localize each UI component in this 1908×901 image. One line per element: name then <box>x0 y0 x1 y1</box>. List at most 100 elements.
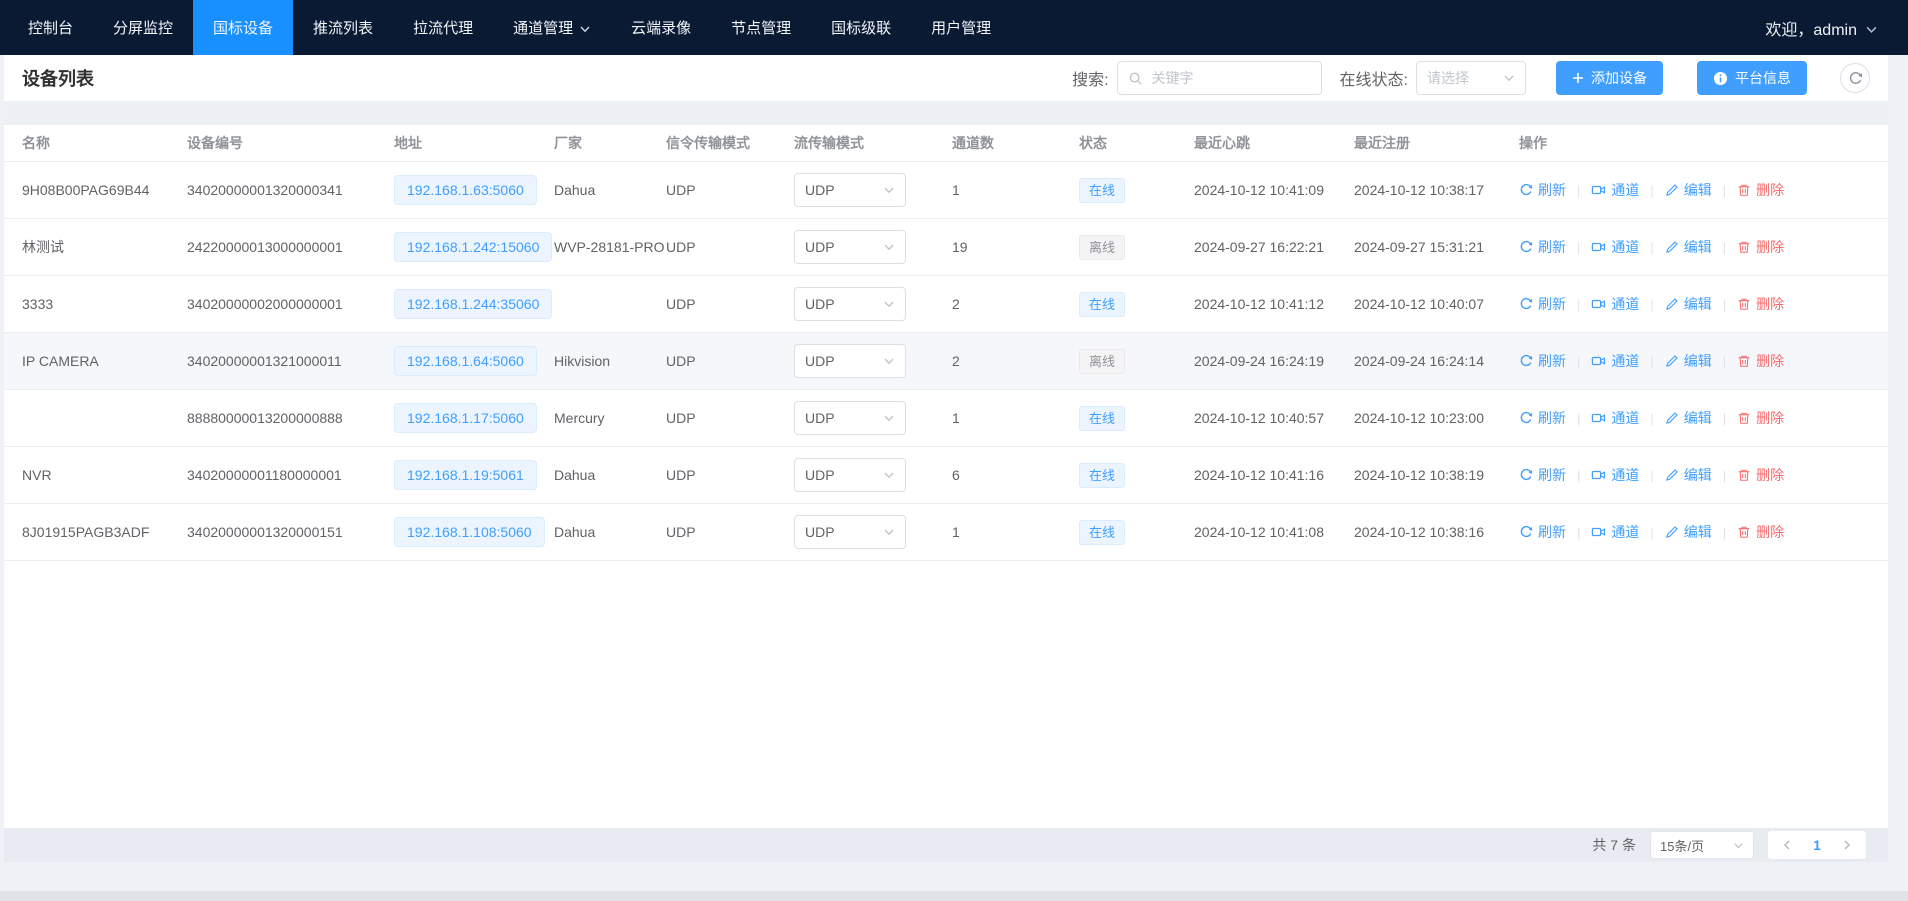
channel-action[interactable]: 通道 <box>1591 180 1639 200</box>
stream-mode-select[interactable]: UDP <box>794 173 906 207</box>
table-empty-area <box>4 561 1888 828</box>
pagination-bar: 共 7 条 15条/页 1 <box>4 828 1888 862</box>
nav-item-2[interactable]: 国标设备 <box>193 0 293 55</box>
nav-item-9[interactable]: 用户管理 <box>911 0 1011 55</box>
action-separator: | <box>1650 240 1653 255</box>
channel-count: 19 <box>952 239 1079 255</box>
add-device-button[interactable]: 添加设备 <box>1556 61 1663 95</box>
refresh-list-button[interactable] <box>1840 63 1870 93</box>
nav-item-6[interactable]: 云端录像 <box>611 0 711 55</box>
nav-item-7[interactable]: 节点管理 <box>711 0 811 55</box>
search-box[interactable] <box>1117 61 1322 95</box>
signal-mode: UDP <box>666 524 794 540</box>
last-register: 2024-10-12 10:40:07 <box>1354 296 1519 312</box>
table-row[interactable]: 9H08B00PAG69B4434020000001320000341192.1… <box>4 162 1888 219</box>
nav-item-8[interactable]: 国标级联 <box>811 0 911 55</box>
device-name: 林测试 <box>22 237 187 257</box>
delete-action[interactable]: 删除 <box>1737 294 1784 314</box>
last-heartbeat: 2024-10-12 10:40:57 <box>1194 410 1354 426</box>
last-register: 2024-09-27 15:31:21 <box>1354 239 1519 255</box>
refresh-action[interactable]: 刷新 <box>1519 294 1566 314</box>
stream-mode-select[interactable]: UDP <box>794 458 906 492</box>
status-cell: 在线 <box>1079 520 1194 545</box>
device-id: 34020000002000000001 <box>187 296 394 312</box>
delete-action[interactable]: 删除 <box>1737 180 1784 200</box>
online-status-select[interactable]: 请选择 <box>1416 61 1526 95</box>
table-row[interactable]: 88880000013200000888192.168.1.17:5060Mer… <box>4 390 1888 447</box>
channel-action[interactable]: 通道 <box>1591 351 1639 371</box>
row-actions: 刷新|通道|编辑|删除 <box>1519 465 1888 485</box>
current-page[interactable]: 1 <box>1802 831 1832 859</box>
stream-mode-select[interactable]: UDP <box>794 515 906 549</box>
refresh-action[interactable]: 刷新 <box>1519 180 1566 200</box>
trash-icon <box>1737 468 1751 482</box>
chevron-down-icon <box>883 469 895 481</box>
table-row[interactable]: IP CAMERA34020000001321000011192.168.1.6… <box>4 333 1888 390</box>
status-badge: 在线 <box>1079 178 1125 203</box>
nav-item-0[interactable]: 控制台 <box>8 0 93 55</box>
delete-action[interactable]: 删除 <box>1737 465 1784 485</box>
page-background <box>0 862 1908 891</box>
last-register: 2024-10-12 10:23:00 <box>1354 410 1519 426</box>
next-page-button[interactable] <box>1832 831 1862 859</box>
nav-item-label: 分屏监控 <box>113 17 173 38</box>
platform-info-label: 平台信息 <box>1735 68 1791 88</box>
status-badge: 在线 <box>1079 520 1125 545</box>
channel-action[interactable]: 通道 <box>1591 294 1639 314</box>
refresh-action[interactable]: 刷新 <box>1519 237 1566 257</box>
channel-action[interactable]: 通道 <box>1591 465 1639 485</box>
search-input[interactable] <box>1150 69 1311 87</box>
refresh-action[interactable]: 刷新 <box>1519 351 1566 371</box>
nav-item-5[interactable]: 通道管理 <box>493 0 611 55</box>
trash-icon <box>1737 411 1751 425</box>
row-actions: 刷新|通道|编辑|删除 <box>1519 180 1888 200</box>
table-row[interactable]: 333334020000002000000001192.168.1.244:35… <box>4 276 1888 333</box>
platform-info-button[interactable]: 平台信息 <box>1697 61 1807 95</box>
table-row[interactable]: 林测试24220000013000000001192.168.1.242:150… <box>4 219 1888 276</box>
edit-action[interactable]: 编辑 <box>1665 294 1712 314</box>
pencil-icon <box>1665 297 1679 311</box>
window-edge <box>0 891 1908 901</box>
edit-action[interactable]: 编辑 <box>1665 522 1712 542</box>
plus-icon <box>1572 72 1584 84</box>
stream-mode-select[interactable]: UDP <box>794 344 906 378</box>
nav-item-1[interactable]: 分屏监控 <box>93 0 193 55</box>
nav-item-label: 拉流代理 <box>413 17 473 38</box>
status-cell: 离线 <box>1079 235 1194 260</box>
table-row[interactable]: 8J01915PAGB3ADF34020000001320000151192.1… <box>4 504 1888 561</box>
refresh-action[interactable]: 刷新 <box>1519 522 1566 542</box>
stream-mode-select[interactable]: UDP <box>794 401 906 435</box>
edit-action[interactable]: 编辑 <box>1665 351 1712 371</box>
refresh-icon <box>1519 411 1533 425</box>
device-address-cell: 192.168.1.108:5060 <box>394 517 554 547</box>
stream-mode-value: UDP <box>805 467 835 483</box>
channel-action[interactable]: 通道 <box>1591 237 1639 257</box>
prev-page-button[interactable] <box>1772 831 1802 859</box>
last-register: 2024-10-12 10:38:17 <box>1354 182 1519 198</box>
edit-action[interactable]: 编辑 <box>1665 465 1712 485</box>
nav-item-3[interactable]: 推流列表 <box>293 0 393 55</box>
nav-item-4[interactable]: 拉流代理 <box>393 0 493 55</box>
delete-action[interactable]: 删除 <box>1737 522 1784 542</box>
table-row[interactable]: NVR34020000001180000001192.168.1.19:5061… <box>4 447 1888 504</box>
refresh-icon <box>1519 468 1533 482</box>
refresh-action[interactable]: 刷新 <box>1519 465 1566 485</box>
delete-action[interactable]: 删除 <box>1737 237 1784 257</box>
edit-action[interactable]: 编辑 <box>1665 408 1712 428</box>
channel-action[interactable]: 通道 <box>1591 522 1639 542</box>
status-cell: 离线 <box>1079 349 1194 374</box>
channel-action[interactable]: 通道 <box>1591 408 1639 428</box>
delete-action[interactable]: 删除 <box>1737 351 1784 371</box>
stream-mode-select[interactable]: UDP <box>794 287 906 321</box>
device-table: 名称设备编号地址厂家信令传输模式流传输模式通道数状态最近心跳最近注册操作 9H0… <box>4 125 1888 828</box>
edit-action[interactable]: 编辑 <box>1665 180 1712 200</box>
refresh-action[interactable]: 刷新 <box>1519 408 1566 428</box>
video-camera-icon <box>1591 240 1606 254</box>
delete-action[interactable]: 删除 <box>1737 408 1784 428</box>
stream-mode-select[interactable]: UDP <box>794 230 906 264</box>
page-size-select[interactable]: 15条/页 <box>1650 831 1754 859</box>
edit-action[interactable]: 编辑 <box>1665 237 1712 257</box>
total-count: 共 7 条 <box>1592 835 1636 855</box>
stream-mode-cell: UDP <box>794 230 952 264</box>
user-menu[interactable]: 欢迎，admin <box>1765 0 1908 55</box>
